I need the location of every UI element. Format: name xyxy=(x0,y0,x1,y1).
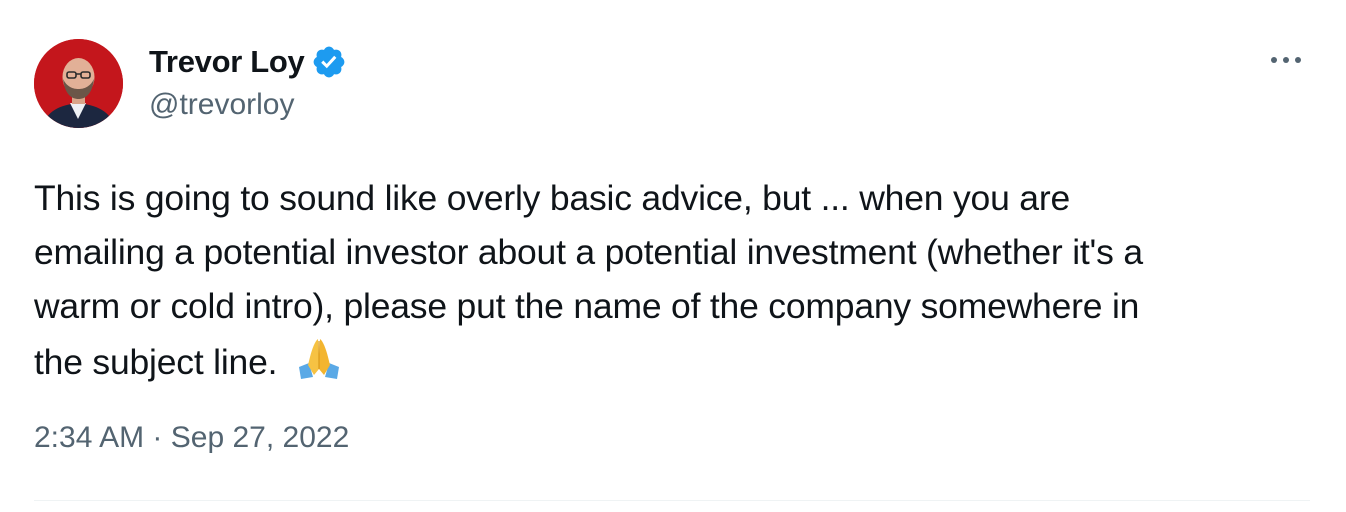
tweet-text-line-2: emailing a potential investor about a po… xyxy=(34,232,1143,272)
tweet-timestamp: 2:34 AM · Sep 27, 2022 xyxy=(34,421,349,455)
avatar[interactable] xyxy=(34,39,123,128)
author-handle[interactable]: @trevorloy xyxy=(149,88,295,122)
more-options-button[interactable] xyxy=(1262,44,1310,76)
author-display-name[interactable]: Trevor Loy xyxy=(149,44,305,80)
more-options-icon xyxy=(1271,57,1301,63)
profile-photo-icon xyxy=(34,39,123,128)
tweet-card: Trevor Loy @trevorloy This is going to s… xyxy=(0,0,1346,512)
divider xyxy=(34,500,1310,501)
verified-badge-icon[interactable] xyxy=(311,44,347,80)
tweet-text: This is going to sound like overly basic… xyxy=(34,171,1324,389)
tweet-time-link[interactable]: 2:34 AM · Sep 27, 2022 xyxy=(34,421,349,454)
tweet-text-line-4: the subject line. xyxy=(34,342,278,382)
meta-separator: · xyxy=(152,421,163,454)
tweet-time: 2:34 AM xyxy=(34,421,145,454)
folded-hands-icon xyxy=(295,333,343,381)
tweet-text-line-3: warm or cold intro), please put the name… xyxy=(34,286,1140,326)
tweet-text-line-1: This is going to sound like overly basic… xyxy=(34,178,1070,218)
tweet-date: Sep 27, 2022 xyxy=(170,421,350,454)
author-name-row: Trevor Loy xyxy=(149,42,347,82)
